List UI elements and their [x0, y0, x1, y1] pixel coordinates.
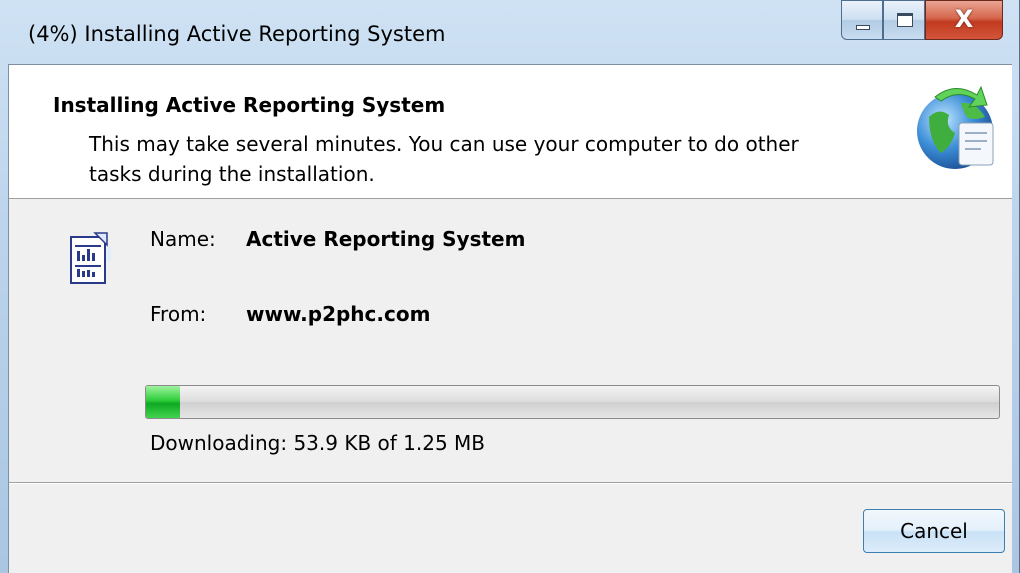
header-title: Installing Active Reporting System [53, 93, 446, 117]
report-document-icon [70, 232, 111, 284]
footer-separator [9, 482, 1012, 484]
progress-fill [146, 386, 181, 418]
header-panel: Installing Active Reporting System This … [9, 65, 1012, 199]
minimize-button[interactable] [841, 0, 883, 40]
name-value: Active Reporting System [246, 227, 526, 251]
download-progress-bar [145, 385, 1000, 419]
from-value: www.p2phc.com [246, 302, 431, 326]
header-description: This may take several minutes. You can u… [89, 132, 799, 186]
window-title: (4%) Installing Active Reporting System [28, 22, 446, 46]
close-button[interactable]: X [925, 0, 1003, 40]
name-label: Name: [150, 227, 216, 251]
title-bar[interactable]: (4%) Installing Active Reporting System … [0, 0, 1020, 64]
caption-buttons: X [841, 0, 1003, 44]
minimize-icon [856, 25, 870, 30]
globe-install-icon [917, 85, 994, 169]
maximize-icon [897, 13, 913, 27]
dialog-client-area: Installing Active Reporting System This … [8, 64, 1012, 573]
from-label: From: [150, 302, 207, 326]
download-status: Downloading: 53.9 KB of 1.25 MB [150, 431, 486, 455]
installer-window: (4%) Installing Active Reporting System … [0, 0, 1020, 573]
maximize-button[interactable] [883, 0, 925, 40]
close-icon: X [954, 5, 974, 33]
cancel-button[interactable]: Cancel [863, 509, 1005, 553]
